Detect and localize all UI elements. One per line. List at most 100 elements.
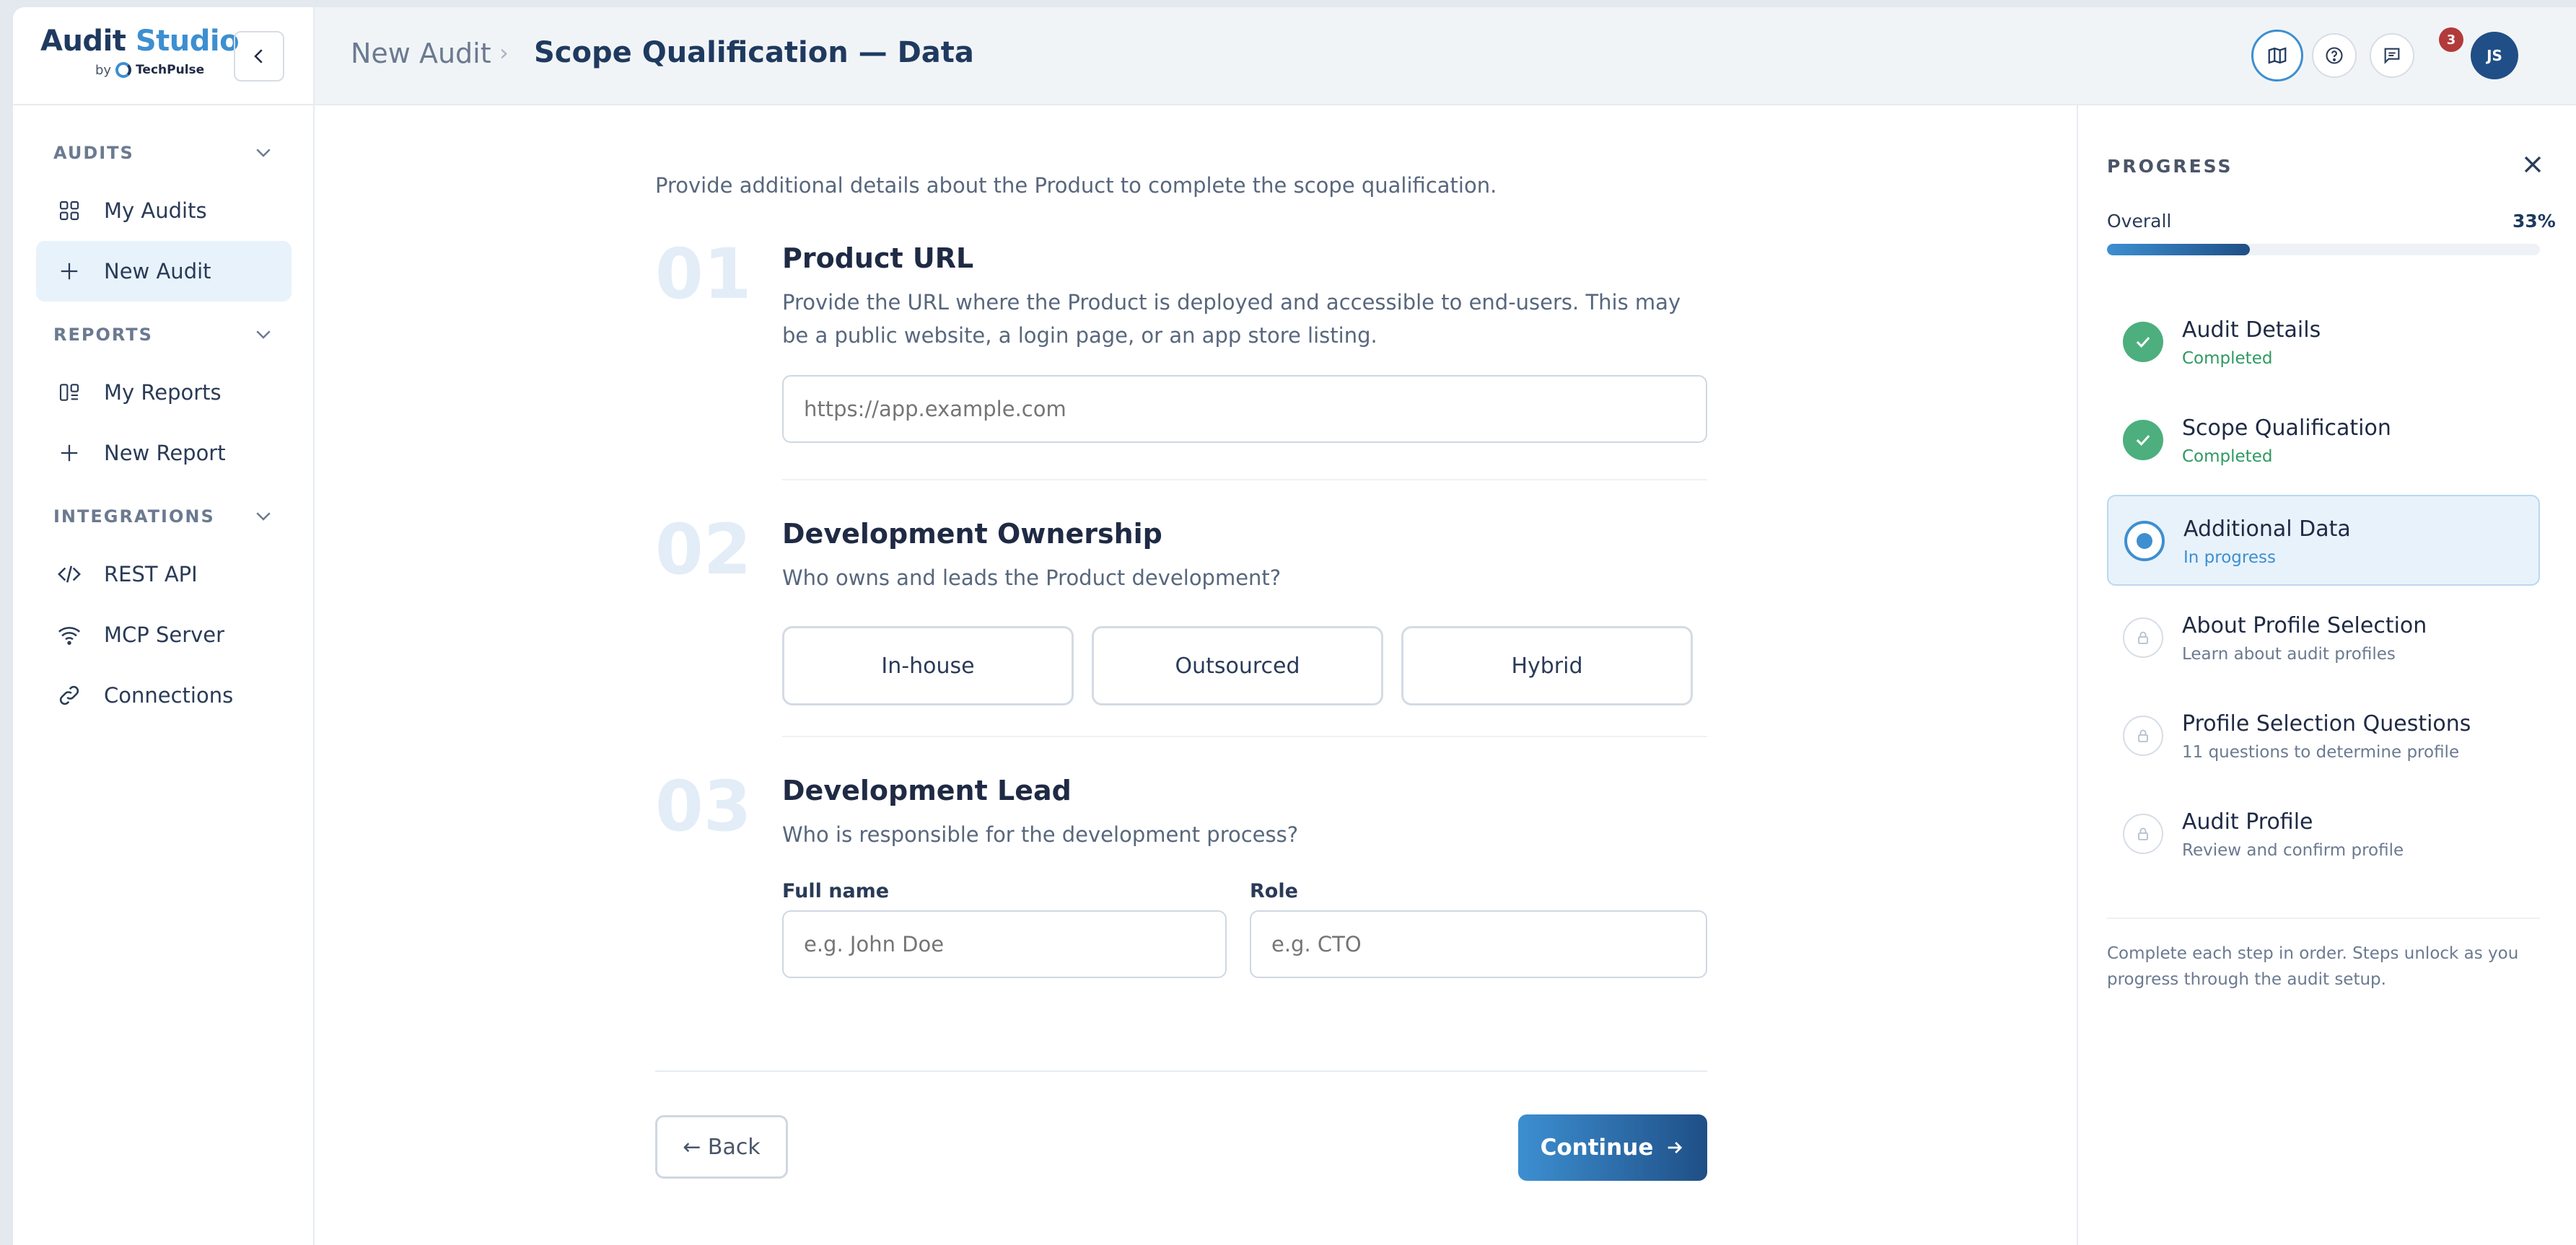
brand-byline: by TechPulse [95,62,204,78]
step-title: Development Lead [782,775,1072,806]
nav-section-audits[interactable]: AUDITS [53,143,134,163]
divider [782,479,1707,480]
chevron-left-icon [254,49,263,63]
sidebar-item-my-reports[interactable]: My Reports [36,362,292,423]
avatar[interactable]: JS [2471,32,2518,79]
ownership-option-outsourced[interactable]: Outsourced [1092,626,1383,705]
map-icon [2268,47,2287,64]
full-name-label: Full name [782,880,890,902]
back-button[interactable]: ← Back [655,1115,788,1179]
sidebar-item-rest-api[interactable]: REST API [36,544,292,604]
step-number: 03 [655,766,752,847]
ownership-option-hybrid[interactable]: Hybrid [1401,626,1693,705]
sidebar-item-label: REST API [104,562,198,586]
progress-step-status: Review and confirm profile [2182,841,2404,860]
chevron-down-icon[interactable] [253,141,274,163]
sidebar-item-label: New Audit [104,259,211,283]
sidebar-item-label: MCP Server [104,622,225,647]
breadcrumb-separator-icon: › [499,39,509,66]
link-icon [56,682,82,708]
guide-map-button[interactable] [2251,30,2303,82]
progress-step-name: Audit Profile [2182,809,2313,835]
progress-step-status: Completed [2182,447,2273,466]
step-number: 01 [655,234,752,314]
lock-icon [2123,814,2163,854]
progress-note: Complete each step in order. Steps unloc… [2107,944,2519,989]
sidebar-item-label: My Reports [104,380,222,405]
full-name-input[interactable] [782,910,1227,978]
step-title: Development Ownership [782,518,1162,550]
chevron-down-icon[interactable] [253,505,274,527]
progress-title: PROGRESS [2107,156,2233,177]
step-description: Provide the URL where the Product is dep… [782,290,1681,348]
progress-step-audit-profile: Audit Profile Review and confirm profile [2107,789,2540,880]
lock-icon [2123,617,2163,658]
step-description: Who owns and leads the Product developme… [782,566,1282,590]
help-button[interactable] [2312,33,2357,78]
plus-icon [56,440,82,466]
nav-section-integrations[interactable]: INTEGRATIONS [53,506,215,527]
sidebar-item-my-audits[interactable]: My Audits [36,180,292,241]
plus-icon [56,258,82,284]
progress-step-name: Audit Details [2182,317,2321,343]
chat-icon [2384,48,2400,64]
close-icon[interactable] [2518,150,2547,179]
messages-button[interactable] [2370,33,2414,78]
panel-divider [2107,918,2540,919]
role-label: Role [1250,880,1298,902]
product-url-input[interactable] [782,375,1707,443]
sidebar-item-connections[interactable]: Connections [36,665,292,726]
sidebar-item-label: Connections [104,683,234,708]
app-window: Audit Studio by TechPulse AUDITS My Audi… [13,7,2576,1245]
lock-icon [2123,716,2163,756]
report-icon [56,379,82,405]
ownership-option-in-house[interactable]: In-house [782,626,1074,705]
nav-section-reports[interactable]: REPORTS [53,325,153,345]
progress-step-about-profile-selection: About Profile Selection Learn about audi… [2107,593,2540,684]
sidebar-item-mcp-server[interactable]: MCP Server [36,604,292,665]
brand-title-main: Audit [40,25,126,58]
step-title: Product URL [782,242,974,274]
notification-badge: 3 [2439,27,2463,52]
sidebar-item-new-audit[interactable]: New Audit [36,241,292,302]
overall-label: Overall [2107,211,2172,232]
code-icon [56,561,82,587]
progress-step-name: Additional Data [2183,516,2351,542]
progress-step-name: Scope Qualification [2182,415,2391,441]
progress-step-audit-details[interactable]: Audit Details Completed [2107,297,2540,388]
top-header: New Audit › Scope Qualification — Data [315,7,2576,105]
form-intro: Provide additional details about the Pro… [655,173,1497,198]
brand: Audit Studio by TechPulse [13,7,315,105]
brand-title: Audit Studio [40,25,240,58]
grid-icon [56,198,82,224]
progress-step-additional-data[interactable]: Additional Data In progress [2107,495,2540,586]
main-content: Provide additional details about the Pro… [315,105,2077,1245]
techpulse-logo-icon [115,62,132,78]
current-step-icon [2124,521,2165,561]
page-title: Scope Qualification — Data [534,36,974,69]
wifi-icon [56,622,82,648]
sidebar-item-label: New Report [104,441,226,465]
sidebar-item-new-report[interactable]: New Report [36,423,292,483]
step-description: Who is responsible for the development p… [782,822,1299,847]
progress-step-scope-qualification[interactable]: Scope Qualification Completed [2107,395,2540,486]
brand-by-text: by [95,62,112,78]
overall-percentage: 33% [2513,211,2556,232]
progress-step-name: Profile Selection Questions [2182,711,2471,736]
footer-divider [655,1070,1707,1072]
sidebar-item-label: My Audits [104,198,207,223]
progress-step-status: In progress [2183,548,2276,567]
chevron-down-icon[interactable] [253,323,274,345]
brand-title-accent: Studio [135,25,240,58]
progress-step-status: Learn about audit profiles [2182,645,2396,664]
role-input[interactable] [1250,910,1707,978]
breadcrumb-parent[interactable]: New Audit [351,38,491,69]
continue-button[interactable]: Continue [1518,1114,1707,1181]
progress-bar-fill [2107,244,2250,255]
progress-step-name: About Profile Selection [2182,613,2427,638]
sidebar: Audit Studio by TechPulse AUDITS My Audi… [13,7,315,1245]
progress-step-status: Completed [2182,349,2273,368]
collapse-sidebar-button[interactable] [234,31,284,82]
overall-progress-bar [2107,244,2540,255]
progress-step-profile-selection-questions: Profile Selection Questions 11 questions… [2107,691,2540,782]
